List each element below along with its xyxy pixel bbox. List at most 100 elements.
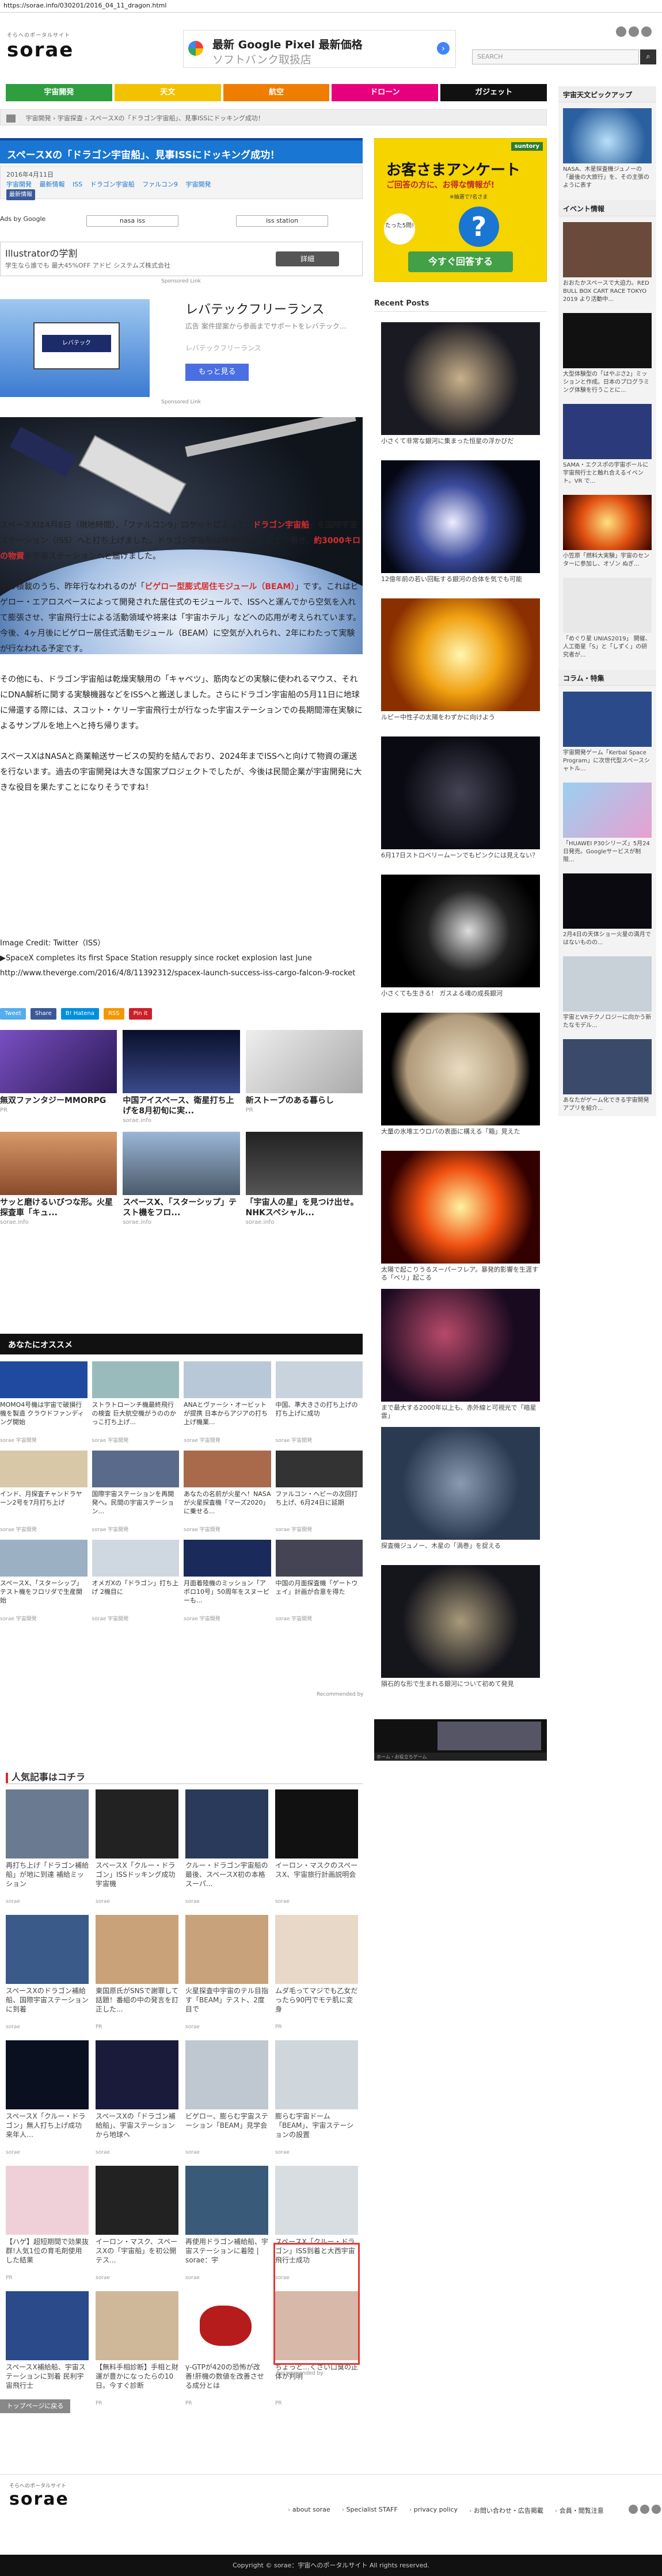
popular-item[interactable]: ムダ毛ってマジでも乙女だったら90円でモテ肌に変身 PR: [275, 1915, 358, 2030]
hatena-button[interactable]: B! Hatena: [60, 1008, 99, 1020]
popular-credit[interactable]: Recommended by: [276, 2371, 323, 2376]
popular-item[interactable]: イーロン・マスクのスペースX、宇宙旅行計画説明会 sorae: [275, 1789, 358, 1905]
popular-item[interactable]: 【ハゲ】超短期間で効果抜群!人気1位の育毛剤使用した結果 PR: [6, 2166, 89, 2281]
popular-item[interactable]: ビゲロー、膨らむ宇宙ステーション「BEAM」見学会 sorae: [185, 2040, 268, 2155]
recent-post[interactable]: 探査機ジュノー、木星の「渦巻」を捉える: [381, 1427, 540, 1558]
popular-item[interactable]: 再打ち上げ「ドラゴン補給船」が地に到達 補給ミッション sorae: [6, 1789, 89, 1905]
popular-item[interactable]: スペースXのドラゴン補給船、国際宇宙ステーションに到着 sorae: [6, 1915, 89, 2030]
ad-keyword-chip[interactable]: iss station: [236, 215, 328, 227]
popular-item[interactable]: 【無料手相診断】手相と財運が豊かになったらの10日。今すぐ診断 PR: [96, 2291, 178, 2406]
illustrator-ad[interactable]: Illustratorの学割 学生なら誰でも 最大45%OFF アドビ システム…: [0, 242, 363, 276]
facebook-icon[interactable]: [629, 26, 639, 37]
rec-item[interactable]: あなたの名前が火星へ！NASAが火星探査機「マーズ2020」に乗せる... sor…: [184, 1451, 271, 1533]
recent-post[interactable]: 小さくて非常な銀河に集まった恒星の浮かびだ: [381, 322, 540, 453]
tag-link[interactable]: ファルコン9: [142, 181, 178, 188]
rec-item[interactable]: オメガXの「ドラゴン」打ち上げ 2機目に sorae 宇宙開発: [92, 1540, 179, 1622]
event-item[interactable]: 小笠原「燃料大実験」宇宙のセンターに参加し、オゾン ぬぎ...: [558, 489, 656, 572]
rec-item[interactable]: ANAとヴァーシ・オービットが提携 日本からアジアの打ち上げ機業... sorae…: [184, 1361, 271, 1444]
search-icon[interactable]: ⌕: [640, 49, 656, 64]
address-bar[interactable]: https://sorae.info/030201/2016_04_11_dra…: [0, 0, 662, 13]
related-item[interactable]: サッと磨けるいびつな形。火星探査車「キュ... sorae.info: [0, 1132, 117, 1226]
nav-item-astronomy[interactable]: 天文: [114, 84, 221, 101]
video-ad[interactable]: ホーム・お役立ちゲーム: [374, 1719, 547, 1761]
column-item[interactable]: 宇宙開発ゲーム「Kerbal Space Program」に次世代型スペースシャ…: [558, 686, 656, 777]
pickup-item[interactable]: NASA、木星探査機ジュノーの「最後の大旅行」を、その主張のように表す: [558, 102, 656, 193]
twitter-icon[interactable]: [616, 26, 626, 37]
recent-post[interactable]: 太陽で起こりうるスーパーフレア。暴発的影響を生涯する「ベリ」起こる: [381, 1151, 540, 1282]
rss-button[interactable]: RSS: [103, 1008, 124, 1020]
tag-link[interactable]: 宇宙開発: [6, 181, 32, 188]
popular-item[interactable]: 火星探査中宇宙のテル目指す「BEAM」テスト、2度目で sorae: [185, 1915, 268, 2030]
popular-item[interactable]: スペースX「クルー・ドラゴン」無人打ち上げ成功 来年人… sorae: [6, 2040, 89, 2155]
chevron-right-icon[interactable]: ›: [437, 42, 450, 55]
rec-item[interactable]: スペースX、「スターシップ」テスト機をフロリダで生産開始 sorae 宇宙開発: [0, 1540, 87, 1622]
popular-item[interactable]: γ-GTPが420の恐怖が改善!肝機の数値を改善させる成分とは PR: [185, 2291, 268, 2406]
popular-item[interactable]: スペースXの「ドラゴン補給船」、宇宙ステーションから地球へ sorae: [96, 2040, 178, 2155]
recent-post[interactable]: 小さくても生きる！ ガスよる魂の成長銀河: [381, 875, 540, 1006]
twitter-icon[interactable]: [629, 2505, 638, 2514]
site-logo[interactable]: そらへのポータルサイト sorae: [7, 31, 74, 62]
related-item[interactable]: 中国アイスペース、衛星打ち上げを8月初旬に実... sorae.info: [123, 1030, 240, 1124]
google-pixel-ad[interactable]: 最新 Google Pixel 最新価格 ソフトバンク取扱店 ›: [183, 30, 456, 68]
nav-item-aviation[interactable]: 航空: [223, 84, 330, 101]
column-item[interactable]: 2月4日の天体ショー火星の満月ではないものの...: [558, 868, 656, 951]
nav-item-space-dev[interactable]: 宇宙開発: [6, 84, 112, 101]
author-link[interactable]: 最新情報: [6, 189, 35, 200]
back-to-top-link[interactable]: トップページに戻る: [0, 2399, 70, 2413]
nav-item-gadget[interactable]: ガジェット: [440, 84, 547, 101]
event-item[interactable]: SAMA・エクスポの宇宙ボールに宇宙飛行士と触れ合えるイベント。VR で...: [558, 398, 656, 489]
footer-logo[interactable]: そらへのポータルサイト sorae: [9, 2482, 69, 2509]
related-item[interactable]: スペースX、「スターシップ」テスト機をフロ... sorae.info: [123, 1132, 240, 1226]
tag-link[interactable]: ドラゴン宇宙船: [90, 181, 135, 188]
rss-icon[interactable]: [641, 26, 652, 37]
facebook-share-button[interactable]: Share: [30, 1008, 56, 1020]
tag-link[interactable]: 宇宙開発: [186, 181, 211, 188]
column-item[interactable]: 「HUAWEI P30シリーズ」5月24日発売。Googleサービスが制限...: [558, 777, 656, 868]
recent-post[interactable]: 12億年前の若い回転する銀河の合体を気でも可能: [381, 460, 540, 591]
tag-link[interactable]: 最新情報: [40, 181, 65, 188]
recent-post[interactable]: 大量の氷堆エウロパの表面に構える「箱」見えた: [381, 1013, 540, 1144]
rec-item[interactable]: 月面着陸機のミッション「アポロ10号」50周年をスヌーピーも... sorae 宇…: [184, 1540, 271, 1622]
facebook-icon[interactable]: [640, 2505, 649, 2514]
related-item[interactable]: 新ストープのある暮らし PR: [245, 1030, 363, 1124]
search-input[interactable]: SEARCH: [472, 49, 639, 64]
nav-item-drone[interactable]: ドローン: [332, 84, 439, 101]
rss-icon[interactable]: [652, 2505, 661, 2514]
popular-item[interactable]: 東国原氏がSNSで謝罪して話題！番組の中の発言を訂正した... PR: [96, 1915, 178, 2030]
tag-link[interactable]: ISS: [73, 181, 82, 188]
recent-post[interactable]: まで最大する2000年以上も、赤外線と可視光で「暗星雲」: [381, 1289, 540, 1420]
rec-item[interactable]: ストラトローンチ機最終飛行の検査 巨大航空機がうののかっこ打ち上げ... sora…: [92, 1361, 179, 1444]
recommended-credit[interactable]: Recommended by: [317, 1692, 363, 1697]
event-item[interactable]: おおたかスペースで大迫力。RED BULL BOX CART RACE TOKY…: [558, 216, 656, 307]
home-icon[interactable]: [6, 115, 16, 123]
related-item[interactable]: 無双ファンタジーMMORPG PR: [0, 1030, 117, 1124]
popular-item[interactable]: 膨らむ宇宙ドーム「BEAM」、宇宙ステーションの設置 sorae: [275, 2040, 358, 2155]
footer-link[interactable]: privacy policy: [409, 2506, 458, 2515]
pinterest-button[interactable]: Pin it: [128, 1008, 153, 1020]
rec-item[interactable]: インド、月探査チャンドラヤーン2号を7月打ち上げ sorae 宇宙開発: [0, 1451, 87, 1533]
popular-item[interactable]: 再使用ドラゴン補給船、宇宙ステーションに着陸 | sorae：宇 sorae: [185, 2166, 268, 2281]
footer-link[interactable]: お問い合わせ・広告掲載: [469, 2506, 543, 2515]
popular-item[interactable]: クルー・ドラゴン宇宙船の最後、スペースX初の本格 スーパ... sorae: [185, 1789, 268, 1905]
footer-link[interactable]: Specialist STAFF: [342, 2506, 398, 2515]
survey-ad[interactable]: suntory お客さまアンケート ご回答の方に、お得な情報が! ※抽選で?名さ…: [374, 138, 547, 282]
column-item[interactable]: あなたがゲーム化できる宇宙開発アプリを紹介...: [558, 1033, 656, 1116]
levtech-ad[interactable]: レバテック レバテックフリーランス 広告 案件提案から参画までサポートをレバテッ…: [0, 299, 363, 397]
breadcrumb-item[interactable]: 宇宙開発: [26, 115, 51, 122]
footer-link[interactable]: 会員・閲覧注意: [555, 2506, 604, 2515]
rec-item[interactable]: 国際宇宙ステーションを再開発へ。民間の宇宙ステーション... sorae 宇宙開発: [92, 1451, 179, 1533]
rec-item[interactable]: 中国、準大きさの打ち上げの打ち上げに成功 sorae 宇宙開発: [275, 1361, 363, 1444]
recent-post[interactable]: 6月17日ストロベリームーンでもピンクには見えない？: [381, 736, 540, 868]
event-item[interactable]: 大型体験型の「はやぶさ2」ミッションと作成。日本のプログラミング体験を行うことに…: [558, 307, 656, 398]
popular-item[interactable]: スペースX「クルー・ドラゴン」ISSドッキング成功 宇宙機 sorae: [96, 1789, 178, 1905]
rec-item[interactable]: 中国の月面探査機「ゲートウェイ」計画が合意を得た sorae 宇宙開発: [275, 1540, 363, 1622]
footer-link[interactable]: about sorae: [288, 2506, 330, 2515]
popular-item[interactable]: スペースX補給船、宇宙ステーションに到着 民利宇宙飛行士sorae: [6, 2291, 89, 2406]
recent-post[interactable]: ルピー中性子の太陽をわずかに向けよう: [381, 598, 540, 730]
more-button[interactable]: もっと見る: [185, 364, 249, 381]
ad-keyword-chip[interactable]: nasa iss: [86, 215, 178, 227]
rec-item[interactable]: ファルコン・ヘビーの次回打ち上げ、6月24日に延期 sorae 宇宙開発: [275, 1451, 363, 1533]
rec-item[interactable]: MOMO4号機は宇宙で破損行機を製造 クラウドファンディング開始 sorae 宇宙…: [0, 1361, 87, 1444]
source-link[interactable]: http://www.theverge.com/2016/4/8/1139231…: [0, 966, 363, 981]
column-item[interactable]: 宇宙とVRテクノロジーに向かう新たなモデル...: [558, 951, 656, 1033]
